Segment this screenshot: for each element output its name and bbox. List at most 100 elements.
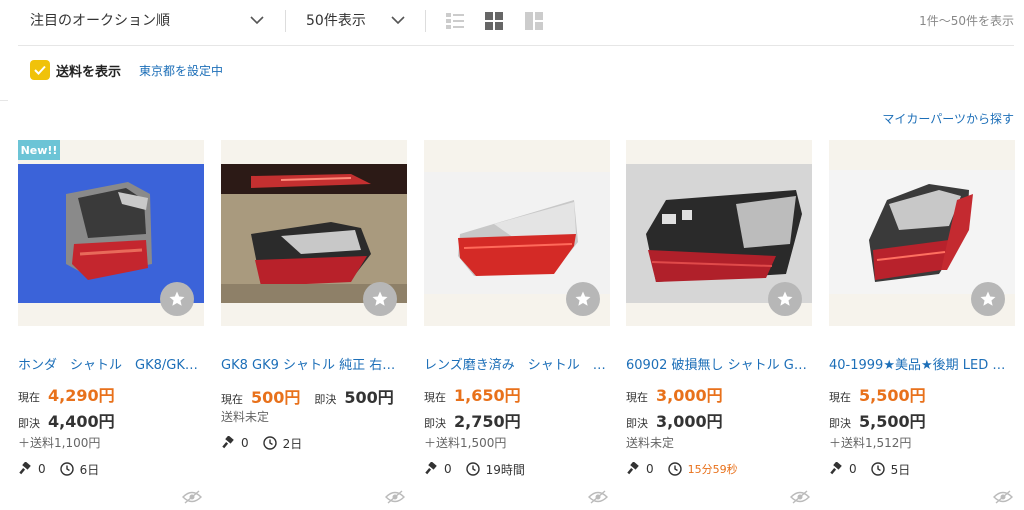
items-per-page-label: 50件表示: [306, 13, 366, 29]
clock-icon: [870, 462, 885, 476]
time-remaining: 5日: [890, 462, 911, 477]
current-price: 4,290円: [48, 386, 115, 405]
buyout-price-label: 即決: [314, 393, 337, 406]
shipping-cost: ＋送料1,100円: [18, 436, 101, 450]
product-card: レンズ磨き済み シャトル テールランプ 現在 1,650円 即決 2,750円 …: [424, 140, 610, 510]
grid-view-icon[interactable]: [484, 11, 504, 31]
show-shipping-checkbox[interactable]: [30, 60, 50, 80]
current-price-label: 現在: [18, 391, 40, 404]
shipping-cost: 送料未定: [626, 436, 675, 450]
product-card: 40-1999★美品★後期 LED テールランプ 現在 5,500円 即決 5,…: [829, 140, 1015, 510]
star-icon: [575, 291, 591, 306]
buyout-price: 5,500円: [859, 412, 926, 431]
gavel-icon: [222, 436, 234, 449]
bid-time-row: 0 19時間: [424, 460, 525, 478]
clock-icon: [59, 462, 74, 476]
buyout-price-label: 即決: [829, 417, 851, 430]
shipping-cost: ＋送料1,512円: [829, 436, 912, 450]
divider: [18, 45, 1014, 46]
chevron-down-icon: [391, 16, 405, 25]
bid-count: 0: [444, 462, 452, 476]
current-price-row: 現在 4,290円: [18, 382, 115, 406]
star-icon: [777, 291, 793, 306]
buyout-price: 3,000円: [656, 412, 723, 431]
eye-slash-icon[interactable]: [385, 490, 405, 504]
shipping-display-row: 送料を表示 東京都を設定中: [30, 58, 223, 82]
buyout-price-row: 即決 5,500円: [829, 408, 926, 432]
sort-order-label: 注目のオークション順: [30, 13, 170, 29]
product-title[interactable]: 60902 破損無し シャトル GK8 テール: [626, 354, 812, 373]
product-card: New!! ホンダ シャトル GK8/GK9 純正テールランプ 現在 4,290…: [18, 140, 204, 510]
favorite-button[interactable]: [971, 282, 1005, 316]
items-per-page-select[interactable]: 50件表示: [306, 8, 410, 32]
product-image[interactable]: [424, 140, 610, 326]
time-remaining: 2日: [282, 436, 303, 451]
favorite-button[interactable]: [768, 282, 802, 316]
price-row: 現在 500円 即決 500円: [221, 384, 394, 408]
bid-count: 0: [38, 462, 46, 476]
gavel-icon: [627, 462, 639, 475]
gavel-icon: [830, 462, 842, 475]
star-icon: [980, 291, 996, 306]
current-price-row: 現在 3,000円: [626, 382, 723, 406]
favorite-button[interactable]: [160, 282, 194, 316]
toolbar-divider: [285, 10, 286, 32]
buyout-price-label: 即決: [626, 417, 648, 430]
product-image[interactable]: [829, 140, 1015, 326]
product-image[interactable]: New!!: [18, 140, 204, 326]
bid-time-row: 0 15分59秒: [626, 460, 738, 478]
clock-icon: [465, 462, 480, 476]
prefecture-setting-link[interactable]: 東京都を設定中: [139, 62, 223, 79]
buyout-price-label: 即決: [424, 417, 446, 430]
current-price: 5,500円: [859, 386, 926, 405]
buyout-price: 4,400円: [48, 412, 115, 431]
buyout-price: 2,750円: [454, 412, 521, 431]
current-price-label: 現在: [221, 393, 243, 406]
favorite-button[interactable]: [566, 282, 600, 316]
my-car-parts-link[interactable]: マイカーパーツから探す: [882, 110, 1014, 127]
bid-time-row: 0 2日: [221, 434, 302, 452]
product-image[interactable]: [221, 140, 407, 326]
product-card: GK8 GK9 シャトル 純正 右フィニッシャー 現在 500円 即決 500円…: [221, 140, 407, 510]
product-title[interactable]: 40-1999★美品★後期 LED テールランプ: [829, 354, 1015, 373]
gavel-icon: [19, 462, 31, 475]
current-price-row: 現在 1,650円: [424, 382, 521, 406]
show-shipping-label[interactable]: 送料を表示: [56, 61, 121, 80]
sort-order-select[interactable]: 注目のオークション順: [30, 8, 270, 32]
toolbar-divider: [425, 10, 426, 32]
time-remaining: 15分59秒: [687, 463, 738, 476]
current-price-label: 現在: [424, 391, 446, 404]
product-title[interactable]: ホンダ シャトル GK8/GK9 純正テールランプ: [18, 354, 204, 373]
current-price: 1,650円: [454, 386, 521, 405]
favorite-button[interactable]: [363, 282, 397, 316]
result-range-text: 1件～50件を表示: [919, 14, 1014, 28]
clock-icon: [262, 436, 277, 450]
product-title[interactable]: レンズ磨き済み シャトル テールランプ: [424, 354, 610, 373]
buyout-price: 500円: [344, 388, 394, 407]
product-title[interactable]: GK8 GK9 シャトル 純正 右フィニッシャー: [221, 354, 407, 373]
shipping-cost: ＋送料1,500円: [424, 436, 507, 450]
tail-lamp-photo: [829, 170, 1015, 294]
sort-toolbar: 注目のオークション順 50件表示 1件～50件を表示: [0, 0, 1024, 40]
checkmark-icon: [34, 65, 46, 75]
star-icon: [169, 291, 185, 306]
current-price: 3,000円: [656, 386, 723, 405]
product-image[interactable]: [626, 140, 812, 326]
list-view-icon[interactable]: [445, 11, 465, 31]
buyout-price-label: 即決: [18, 417, 40, 430]
time-remaining: 6日: [79, 462, 100, 477]
eye-slash-icon[interactable]: [588, 490, 608, 504]
eye-slash-icon[interactable]: [993, 490, 1013, 504]
buyout-price-row: 即決 4,400円: [18, 408, 115, 432]
divider: [0, 100, 8, 101]
eye-slash-icon[interactable]: [182, 490, 202, 504]
large-grid-view-icon[interactable]: [524, 11, 544, 31]
bid-time-row: 0 6日: [18, 460, 99, 478]
current-price: 500円: [251, 388, 301, 407]
current-price-label: 現在: [626, 391, 648, 404]
star-icon: [372, 291, 388, 306]
new-badge: New!!: [18, 140, 60, 160]
buyout-price-row: 即決 2,750円: [424, 408, 521, 432]
eye-slash-icon[interactable]: [790, 490, 810, 504]
buyout-price-row: 即決 3,000円: [626, 408, 723, 432]
